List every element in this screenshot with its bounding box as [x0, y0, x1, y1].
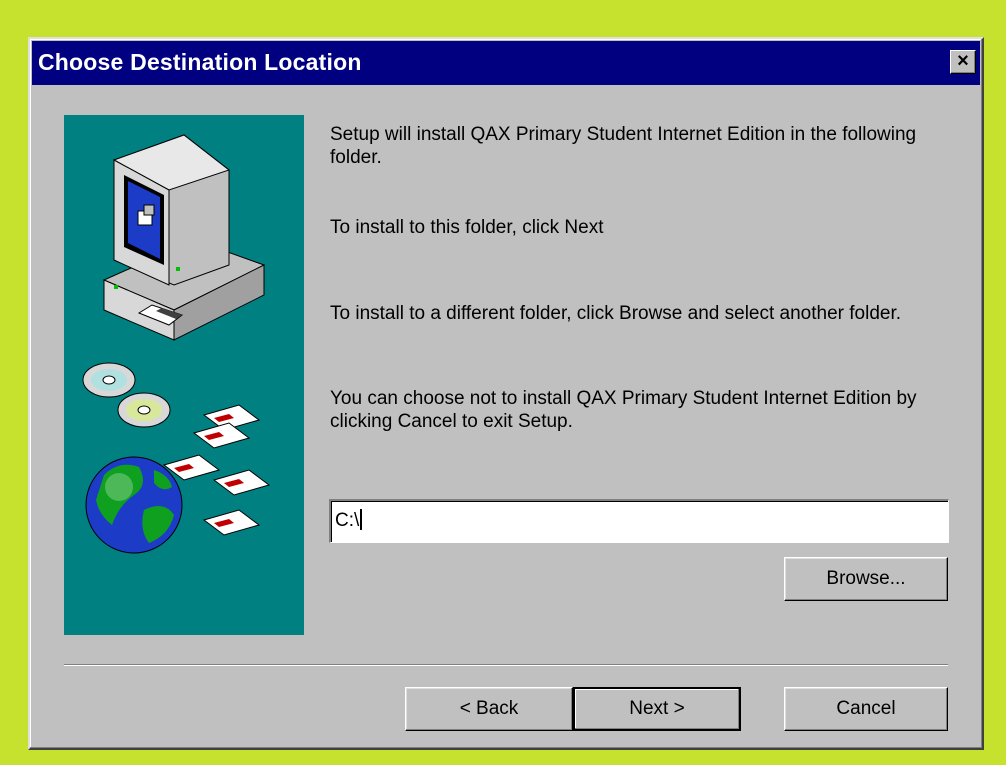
setup-dialog: Choose Destination Location × Setup will…: [28, 37, 984, 750]
close-icon: ×: [957, 50, 969, 72]
intro-text: Setup will install QAX Primary Student I…: [330, 124, 917, 168]
setup-illustration: [64, 115, 304, 635]
window-title: Choose Destination Location: [38, 49, 362, 75]
cd-icon: [82, 362, 171, 428]
destination-path-value: C:\: [335, 510, 360, 531]
text-caret: [360, 509, 363, 530]
close-button[interactable]: ×: [950, 50, 976, 74]
browse-button[interactable]: Browse...: [784, 557, 948, 601]
back-button[interactable]: < Back: [405, 687, 573, 731]
title-bar[interactable]: Choose Destination Location ×: [32, 41, 980, 85]
destination-path-field[interactable]: C:\: [329, 499, 949, 543]
button-separator: [64, 664, 948, 666]
globe-icon: [85, 456, 183, 554]
browse-instructions: To install to a different folder, click …: [330, 303, 902, 324]
cancel-button[interactable]: Cancel: [784, 687, 948, 731]
next-instructions: To install to this folder, click Next: [330, 217, 604, 238]
cancel-instructions: You can choose not to install QAX Primar…: [330, 388, 917, 432]
computer-icon: [102, 134, 266, 341]
next-button[interactable]: Next >: [573, 687, 741, 731]
